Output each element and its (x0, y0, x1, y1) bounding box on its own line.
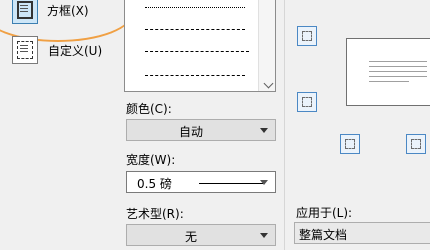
apply-to-label: 应用于(L): (296, 206, 353, 220)
color-value: 自动 (178, 125, 203, 139)
chevron-down-icon (260, 233, 268, 238)
line-style-option[interactable] (145, 7, 245, 8)
left-border-icon (345, 139, 355, 149)
art-value: 无 (184, 230, 197, 244)
setting-custom-icon[interactable] (12, 36, 38, 64)
color-label: 颜色(C): (126, 102, 172, 116)
chevron-down-icon (260, 180, 268, 185)
width-dropdown[interactable]: 0.5 磅 (126, 171, 276, 193)
top-border-button[interactable] (297, 26, 317, 46)
line-style-list[interactable] (124, 0, 276, 92)
bottom-border-button[interactable] (297, 92, 317, 112)
chevron-down-icon (260, 128, 268, 133)
line-style-option[interactable] (145, 51, 249, 52)
right-border-icon (411, 139, 421, 149)
color-dropdown[interactable]: 自动 (126, 119, 276, 141)
art-label: 艺术型(R): (126, 207, 184, 221)
bottom-border-icon (302, 97, 312, 107)
line-style-option[interactable] (145, 75, 245, 76)
right-border-button[interactable] (406, 134, 426, 154)
line-style-option[interactable] (145, 29, 245, 30)
setting-custom-label[interactable]: 自定义(U) (48, 42, 102, 59)
list-scrollbar[interactable] (258, 0, 275, 91)
apply-to-dropdown[interactable]: 整篇文档 (294, 222, 430, 244)
left-border-button[interactable] (340, 134, 360, 154)
preview-page (346, 38, 430, 106)
width-line-sample (199, 183, 263, 184)
apply-to-value: 整篇文档 (299, 228, 348, 242)
panel-divider (284, 0, 285, 250)
setting-box-label[interactable]: 方框(X) (47, 2, 89, 19)
width-label: 宽度(W): (126, 153, 176, 167)
art-dropdown[interactable]: 无 (126, 224, 276, 246)
width-value: 0.5 磅 (137, 177, 172, 191)
setting-box-icon[interactable] (12, 0, 38, 24)
scroll-down-icon[interactable] (263, 78, 274, 89)
top-border-icon (302, 31, 312, 41)
